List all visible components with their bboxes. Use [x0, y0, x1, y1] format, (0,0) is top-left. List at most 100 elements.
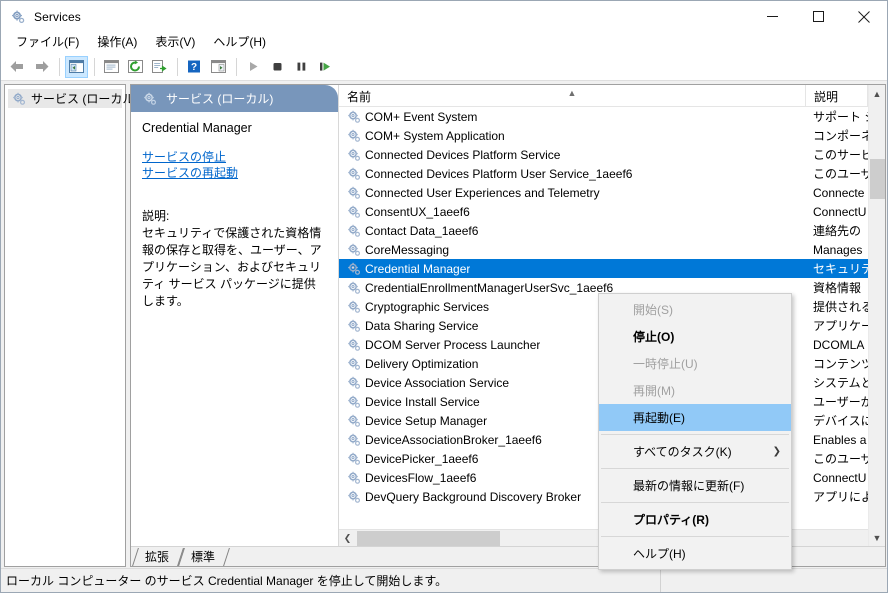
services-gear-icon — [346, 356, 362, 372]
services-gear-icon — [346, 128, 362, 144]
services-gear-icon — [346, 299, 362, 315]
maximize-button[interactable] — [795, 1, 841, 32]
properties-icon[interactable] — [100, 56, 123, 78]
service-name-label: CredentialEnrollmentManagerUserSvc_1aeef… — [365, 280, 614, 295]
table-row[interactable]: Connected Devices Platform User Service_… — [339, 164, 868, 183]
services-gear-icon — [346, 318, 362, 334]
services-gear-icon — [346, 337, 362, 353]
stop-service-link[interactable]: サービスの停止 — [142, 149, 328, 165]
cell-service-name[interactable]: CoreMessaging — [339, 240, 806, 259]
export-list-icon[interactable] — [148, 56, 171, 78]
table-row[interactable]: Connected Devices Platform Service このサービ — [339, 145, 868, 164]
column-header-name[interactable]: 名前 ▲ — [339, 85, 806, 107]
tab-standard-label: 標準 — [191, 550, 216, 564]
refresh-icon[interactable] — [124, 56, 147, 78]
minimize-button[interactable] — [749, 1, 795, 32]
cell-service-description: このサービ — [813, 148, 868, 162]
show-action-pane-icon[interactable] — [207, 56, 230, 78]
cell-service-description: Manages — [813, 242, 863, 257]
services-gear-icon — [346, 451, 362, 467]
table-row[interactable]: CoreMessaging Manages — [339, 240, 868, 259]
table-row[interactable]: COM+ System Application コンポーネン — [339, 126, 868, 145]
services-gear-icon — [346, 166, 362, 182]
ctx-refresh[interactable]: 最新の情報に更新(F) — [599, 472, 791, 499]
service-name-label: Connected User Experiences and Telemetry — [365, 185, 600, 200]
start-service-icon[interactable] — [242, 56, 265, 78]
services-gear-icon — [346, 394, 362, 410]
vertical-scroll-thumb[interactable] — [869, 159, 885, 199]
tab-extended[interactable]: 拡張 — [135, 548, 181, 566]
ctx-start: 開始(S) — [599, 296, 791, 323]
horizontal-scroll-thumb[interactable] — [357, 530, 500, 546]
cell-service-description: Enables a — [813, 432, 867, 447]
table-row[interactable]: Credential Manager セキュリティ — [339, 259, 868, 278]
scroll-down-icon[interactable]: ▼ — [869, 529, 886, 546]
services-window: Services ファイル(F) 操作(A) 表示(V) ヘルプ(H) ? サー… — [0, 0, 888, 593]
toolbar-separator — [94, 57, 95, 76]
show-hide-tree-icon[interactable] — [65, 55, 88, 78]
cell-service-name[interactable]: Connected User Experiences and Telemetry — [339, 183, 806, 202]
menu-help[interactable]: ヘルプ(H) — [204, 33, 275, 52]
scroll-up-icon[interactable]: ▲ — [869, 85, 886, 102]
services-gear-icon — [346, 489, 362, 505]
service-name-label: DeviceAssociationBroker_1aeef6 — [365, 432, 542, 447]
services-gear-icon — [346, 109, 362, 125]
table-row[interactable]: Connected User Experiences and Telemetry… — [339, 183, 868, 202]
ctx-properties[interactable]: プロパティ(R) — [599, 506, 791, 533]
vertical-scroll-track[interactable] — [869, 102, 886, 529]
restart-service-icon[interactable] — [314, 56, 337, 78]
menu-action[interactable]: 操作(A) — [88, 33, 146, 52]
services-gear-icon — [346, 147, 362, 163]
cell-service-name[interactable]: Contact Data_1aeef6 — [339, 221, 806, 240]
tree-item-services-local[interactable]: サービス (ローカル) — [8, 89, 138, 108]
ctx-restart[interactable]: 再起動(E) — [599, 404, 791, 431]
cell-service-name[interactable]: ConsentUX_1aeef6 — [339, 202, 806, 221]
service-name-label: COM+ Event System — [365, 109, 478, 124]
menu-view[interactable]: 表示(V) — [146, 33, 204, 52]
toolbar-separator — [236, 57, 237, 76]
service-name-label: DCOM Server Process Launcher — [365, 337, 541, 352]
status-filler — [661, 570, 887, 592]
cell-service-description: DCOMLA — [813, 337, 865, 352]
cell-service-name[interactable]: COM+ Event System — [339, 107, 806, 126]
ctx-refresh-label: 最新の情報に更新(F) — [633, 479, 745, 493]
selected-service-title: Credential Manager — [142, 121, 252, 135]
scroll-left-icon[interactable]: ❮ — [339, 529, 356, 546]
column-header-description[interactable]: 説明 — [806, 85, 868, 107]
services-gear-icon — [346, 470, 362, 486]
cell-service-name[interactable]: Credential Manager — [339, 259, 806, 278]
forward-icon[interactable] — [30, 56, 53, 78]
table-row[interactable]: COM+ Event System サポート シ — [339, 107, 868, 126]
table-row[interactable]: Contact Data_1aeef6 連絡先の — [339, 221, 868, 240]
close-button[interactable] — [841, 1, 887, 32]
service-name-label: Contact Data_1aeef6 — [365, 223, 479, 238]
stop-service-icon[interactable] — [266, 56, 289, 78]
cell-service-name[interactable]: COM+ System Application — [339, 126, 806, 145]
cell-service-name[interactable]: Connected Devices Platform User Service_… — [339, 164, 806, 183]
column-header-name-label: 名前 — [347, 89, 372, 104]
toolbar: ? — [1, 53, 887, 81]
ctx-help[interactable]: ヘルプ(H) — [599, 540, 791, 567]
restart-service-link[interactable]: サービスの再起動 — [142, 165, 328, 181]
menu-file[interactable]: ファイル(F) — [7, 33, 88, 52]
service-name-label: Device Setup Manager — [365, 413, 488, 428]
cell-service-description: サポート シ — [813, 110, 868, 124]
back-icon[interactable] — [6, 56, 29, 78]
svg-text:?: ? — [191, 62, 197, 73]
ctx-help-label: ヘルプ(H) — [633, 547, 686, 561]
ctx-all-tasks[interactable]: すべてのタスク(K) ❯ — [599, 438, 791, 465]
services-gear-icon — [346, 375, 362, 391]
cell-service-description: システムと — [813, 376, 868, 390]
tab-standard[interactable]: 標準 — [181, 548, 227, 566]
vertical-scrollbar[interactable]: ▲ ▼ — [868, 85, 885, 546]
ctx-properties-label: プロパティ(R) — [633, 513, 709, 527]
sort-ascending-icon: ▲ — [567, 88, 577, 98]
service-name-label: Device Association Service — [365, 375, 510, 390]
table-row[interactable]: ConsentUX_1aeef6 ConnectU — [339, 202, 868, 221]
services-gear-icon — [346, 185, 362, 201]
cell-service-name[interactable]: Connected Devices Platform Service — [339, 145, 806, 164]
help-icon[interactable]: ? — [183, 56, 206, 78]
ctx-stop[interactable]: 停止(O) — [599, 323, 791, 350]
service-name-label: DevicesFlow_1aeef6 — [365, 470, 477, 485]
pause-service-icon[interactable] — [290, 56, 313, 78]
